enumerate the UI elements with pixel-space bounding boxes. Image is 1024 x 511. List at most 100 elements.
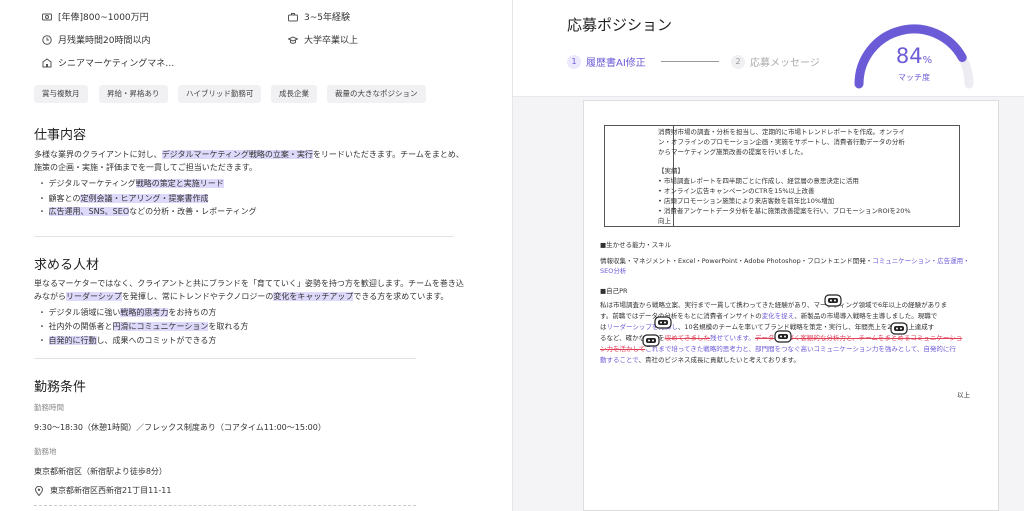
requirements-title: 求める人材 [34, 258, 100, 273]
pr6-text: 、貴社のビジネス成長に貢献したいと考えております。 [638, 356, 800, 364]
pr-line-1: 私は市場調査から戦略立案、実行まで一貫して携わってきた経験があり、マーケティング… [600, 301, 948, 309]
pr4-inserted: 残せています。 [710, 334, 755, 342]
result-3: • 店頭プロモーション施策により来店客数を前年比10%増加 [658, 197, 835, 205]
divider [34, 236, 454, 237]
map-pin-icon [34, 485, 44, 496]
req-b2-text: ・ 社内外の関係者と [38, 322, 113, 331]
step-application-message[interactable]: 2 応募メッセージ [731, 54, 820, 69]
address-row: 東京都新宿区西新宿21丁目11-11 [34, 485, 171, 496]
end-mark: 以上 [957, 391, 970, 399]
duties-bullet-3: ・ 広告運用、SNS、SEOなどの分析・改善・レポーティング [38, 206, 257, 217]
position-row: シニアマーケティングマネ… [42, 56, 174, 69]
requirements-line2-text: みながら [34, 292, 66, 301]
duties-intro-text: 多様な業界のクライアントに対し、 [34, 150, 162, 159]
duties-intro-text-2: をリードいただきます。チームをまとめ、 [312, 150, 464, 159]
result-4: • 消費者アンケートデータ分析を基に施策改善提案を行い、プロモーションROIを2… [658, 207, 911, 215]
pr5-deleted: ン力を活かして [600, 345, 646, 353]
table-line-3: からマーケティング施策改善の提案を行いました。 [658, 148, 807, 156]
requirements-bullet-1: ・ デジタル領域に強い戦略的思考力をお持ちの方 [38, 307, 216, 318]
duties-b2-text: ・ 顧客との [38, 194, 81, 203]
education-text: 大学卒業以上 [304, 36, 359, 46]
job-detail-panel: [年俸]800~1000万円 3~5年経験 月残業時間20時間以内 大学卒業以上… [0, 0, 512, 511]
pr2-text: す。前職ではデータの分析をもとに消費者インサイトの [600, 312, 762, 320]
step-label: 応募メッセージ [750, 58, 820, 69]
divider [34, 358, 416, 359]
duties-bullet-1: ・ デジタルマーケティング戦略の策定と実施リード [38, 178, 224, 189]
req-b3-highlight: 自発的に行動 [48, 336, 97, 345]
ai-robot-icon [642, 334, 660, 347]
req-b3-text: ・ [38, 336, 49, 345]
overtime-text: 月残業時間20時間以内 [58, 36, 151, 46]
step-number: 1 [567, 54, 581, 69]
tag-promotion: 昇給・昇格あり [99, 85, 168, 103]
divider [34, 505, 416, 506]
ai-robot-icon [654, 316, 672, 329]
match-number: 84 [895, 44, 923, 68]
building-icon [42, 57, 52, 67]
briefcase-icon [288, 12, 298, 21]
education-row: 大学卒業以上 [288, 33, 358, 46]
pr4-deleted: 収めてきました [664, 334, 710, 342]
result-5: 向上 [658, 217, 671, 225]
salary-text: [年俸]800~1000万円 [58, 13, 149, 23]
graduation-cap-icon [288, 35, 298, 44]
skills-line-2: SEO分析 [600, 267, 627, 275]
requirements-line1: 単なるマーケターではなく、クライアントと共にブランドを「育てていく」姿勢を持つ方… [34, 279, 464, 288]
experience-text: 3~5年経験 [304, 13, 350, 23]
money-icon [42, 13, 52, 20]
requirements-line2-text-3: できる方を求めています。 [353, 292, 449, 301]
match-score: 84% [883, 44, 945, 68]
requirements-line2-highlight: リーダーシップ [66, 292, 122, 301]
clock-icon [42, 34, 52, 45]
requirements-line2-highlight-2: 変化をキャッチアップ [273, 292, 354, 301]
step-resume-ai[interactable]: 1 履歴書AI修正 [567, 54, 646, 69]
location-value: 東京都新宿区（新宿駅より徒歩8分） [34, 467, 167, 476]
application-title: 応募ポジション [567, 16, 673, 34]
pr-line-2: す。前職ではデータの分析をもとに消費者インサイトの変化を捉え、新製品の市場導入戦… [600, 312, 937, 322]
duties-b2-highlight: 定例会議・ヒアリング・提案書作成 [80, 194, 209, 203]
skills-highlight: コミュニケーション・広告運用・ [872, 257, 970, 265]
ai-robot-icon [890, 322, 908, 335]
duties-b3-highlight: 広告運用、SNS、SEO [48, 207, 130, 216]
requirements-line2-text-2: を発揮し、常にトレンドやテクノロジーの [121, 292, 274, 301]
req-b2-highlight: 円滑にコミュニケーション [112, 322, 209, 331]
hours-value: 9:30〜18:30（休憩1時間）／フレックス制度あり（コアタイム11:00〜1… [34, 423, 326, 432]
table-line-2: ン・オフラインのプロモーション企画・実施をサポートし、消費者行動データの分析 [658, 138, 905, 146]
hours-label: 勤務時間 [34, 403, 64, 412]
experience-row: 3~5年経験 [288, 10, 350, 23]
ai-robot-icon [824, 294, 842, 307]
results-label: 【実績】 [658, 167, 684, 175]
req-b1-text-2: をお持ちの方 [168, 308, 217, 317]
location-label: 勤務地 [34, 447, 57, 456]
skills-line: 情報収集・マネジメント・Excel・PowerPoint・Adobe Photo… [600, 257, 970, 267]
table-line-1: 消費財市場の調査・分析を担当し、定期的に市場トレンドレポートを作成。オンライ [658, 128, 905, 136]
requirements-bullet-3: ・ 自発的に行動し、成果へのコミットができる方 [38, 335, 216, 346]
result-2: • オンライン広告キャンペーンのCTRを15%以上改善 [658, 187, 815, 195]
duties-title: 仕事内容 [34, 128, 87, 143]
duties-b3-text: ・ [38, 207, 49, 216]
resume-document[interactable]: 消費財市場の調査・分析を担当し、定期的に市場トレンドレポートを作成。オンライ ン… [583, 100, 999, 511]
application-header: 応募ポジション 1 履歴書AI修正 2 応募メッセージ 84% マッチ度 [513, 0, 1024, 97]
duties-intro-highlight: デジタルマーケティング戦略の立案・実行 [161, 150, 313, 159]
step-label: 履歴書AI修正 [586, 58, 646, 69]
duties-b1-highlight: 戦略の策定と実施リード [135, 179, 224, 188]
position-text: シニアマーケティングマネ… [58, 59, 175, 69]
tag-bonus: 賞与複数月 [34, 85, 88, 103]
tag-discretion: 裁量の大きなポジション [327, 85, 426, 103]
req-b1-highlight: 戦略的思考力 [120, 308, 169, 317]
duties-bullet-2: ・ 顧客との定例会議・ヒアリング・提案書作成 [38, 193, 209, 204]
requirements-intro: 単なるマーケターではなく、クライアントと共にブランドを「育てていく」姿勢を持つ方… [34, 277, 464, 303]
skills-title: ■生かせる能力・スキル [600, 241, 672, 249]
skills-text: 情報収集・マネジメント・Excel・PowerPoint・Adobe Photo… [600, 257, 873, 265]
overtime-row: 月残業時間20時間以内 [42, 33, 150, 46]
pr2-text-2: 、新製品の市場導入戦略を主導しました。現職で [794, 312, 938, 320]
req-b2-text-2: を取れる方 [208, 322, 249, 331]
req-b3-text-2: し、成果へのコミットができる方 [96, 336, 217, 345]
duties-b1-text: ・ デジタルマーケティング [38, 179, 136, 188]
match-label: マッチ度 [898, 73, 930, 82]
step-connector [661, 61, 719, 62]
duties-intro: 多様な業界のクライアントに対し、デジタルマーケティング戦略の立案・実行をリードい… [34, 148, 464, 174]
tag-hybrid: ハイブリッド勤務可 [178, 85, 262, 103]
duties-intro-line2: 施策の企画・実施・評価までを一貫してご担当いただきます。 [34, 163, 257, 172]
result-1: • 市場調査レポートを四半期ごとに作成し、経営層の意思決定に活用 [658, 177, 859, 185]
